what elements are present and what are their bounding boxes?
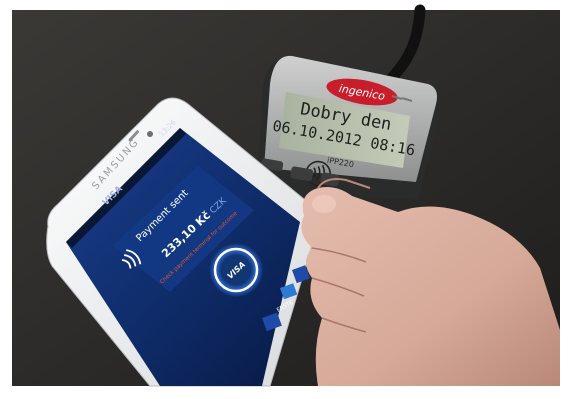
photo-canvas: ingenico Dobry den 06.10.2012 08:16 iPP2… [0, 0, 570, 395]
fingernail [312, 195, 336, 213]
front-camera [147, 131, 153, 137]
nfc-payment-photo: ingenico Dobry den 06.10.2012 08:16 iPP2… [0, 0, 570, 395]
